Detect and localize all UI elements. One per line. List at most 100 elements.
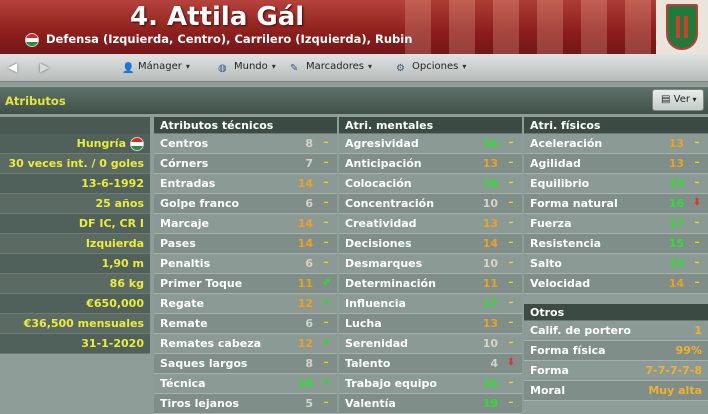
attribute-row: Trabajo equipo 16– [339,374,522,394]
attribute-row: Centros 8– [154,134,337,154]
attribute-row: Talento 4 ⬇ [339,354,522,374]
attribute-name: Salto [530,257,562,270]
profile-value: 86 kg [109,277,144,290]
attribute-value: 13 [668,157,684,170]
trend-flat-icon: – [508,337,514,348]
others-value: 7-7-7-7-8 [645,364,702,377]
attribute-row: Decisiones 14– [339,234,522,254]
attribute-name: Fuerza [530,217,572,230]
trend-flat-icon: – [508,157,514,168]
section-title: Atributos [5,94,66,108]
trend-down-icon: ⬇ [692,197,702,208]
profile-row: DF IC, CR I [0,214,150,234]
attribute-name: Golpe franco [160,197,240,210]
attribute-row: Penaltis 6– [154,254,337,274]
attribute-name: Marcaje [160,217,209,230]
profile-value: Izquierda [85,237,144,250]
nav-menu-0[interactable]: 👤 Mánager ▾ [122,61,190,75]
attribute-name: Agilidad [530,157,581,170]
attribute-row: Entradas 14– [154,174,337,194]
attribute-value: 7 [305,157,313,170]
attribute-value: 14 [482,237,498,250]
others-name: Forma física [530,344,606,357]
profile-row: 86 kg [0,274,150,294]
attribute-row: Lucha 13– [339,314,522,334]
attribute-name: Regate [160,297,204,310]
others-value: Muy alta [648,384,702,397]
attribute-row: Forma natural 16 ⬇ [524,194,708,214]
attribute-name: Talento [345,357,391,370]
trend-flat-icon: – [508,177,514,188]
attribute-value: 15 [668,257,684,270]
others-value: 1 [694,324,702,337]
profile-row: 30 veces int. / 0 goles [0,154,150,174]
gears-icon: ⚙ [396,63,405,74]
trend-flat-icon: – [508,257,514,268]
physical-attributes-panel: Atri. físicos Aceleración 13– Agilidad 13– E… [524,117,708,401]
nav-menu-1[interactable]: ◍ Mundo ▾ [218,61,276,75]
view-button[interactable]: ▤ Ver ▾ [652,89,704,111]
section-bar: Atributos ▤ Ver ▾ [0,86,708,114]
profile-column: Hungría 30 veces int. / 0 goles 13-6-1992 2… [0,117,150,354]
trend-flat-icon: – [694,237,700,248]
attribute-row: Córners 7– [154,154,337,174]
attribute-name: Determinación [345,277,436,290]
attribute-name: Equilibrio [530,177,590,190]
trend-flat-icon: – [508,317,514,328]
attribute-row: Colocación 16– [339,174,522,194]
trend-flat-icon: – [508,197,514,208]
attribute-value: 10 [482,197,498,210]
technical-attributes-panel: Atributos técnicos Centros 8– Córners 7– Ent… [154,117,337,414]
chevron-down-icon: ▾ [271,62,276,71]
attribute-value: 10 [482,257,498,270]
attribute-row: Fuerza 17– [524,214,708,234]
mental-attributes-title: Atri. mentales [339,117,522,134]
back-arrow-icon[interactable]: ◀ [8,60,17,74]
nav-menu-label: Mundo [234,61,268,72]
nav-menu-label: Mánager [138,61,182,72]
attribute-row: Serenidad 10– [339,334,522,354]
attribute-value: 12 [297,297,313,310]
forward-arrow-icon[interactable]: ▶ [40,60,49,74]
others-row: Moral Muy alta [524,381,708,401]
attribute-name: Entradas [160,177,216,190]
attribute-row: Desmarques 10– [339,254,522,274]
attribute-name: Tiros lejanos [160,397,239,410]
profile-value: DF IC, CR I [78,217,144,230]
others-name: Forma [530,364,569,377]
club-crest[interactable] [656,0,708,54]
others-title: Otros [524,304,708,321]
attribute-row: Remate 6– [154,314,337,334]
attribute-value: 14 [297,237,313,250]
attribute-row: Pases 14– [154,234,337,254]
attribute-value: 5 [305,397,313,410]
nav-menu-2[interactable]: ✎ Marcadores ▾ [290,61,372,75]
attribute-value: 14 [297,177,313,190]
profile-value: 13-6-1992 [81,177,144,190]
technical-attributes-title: Atributos técnicos [154,117,337,134]
attribute-row: Anticipación 13– [339,154,522,174]
trend-flat-icon: – [694,177,700,188]
trend-flat-icon: – [508,237,514,248]
profile-row: Izquierda [0,234,150,254]
attribute-name: Concentración [345,197,435,210]
trend-flat-icon: – [323,357,329,368]
attribute-value: 17 [668,217,684,230]
header-decoration [405,0,655,54]
hungary-flag-icon [25,33,39,47]
globe-icon: ◍ [218,63,227,74]
trend-flat-icon: – [508,297,514,308]
nav-menu-3[interactable]: ⚙ Opciones ▾ [396,61,466,75]
attribute-row: Influencia 17– [339,294,522,314]
attribute-row: Valentía 19– [339,394,522,414]
nav-menu-label: Opciones [412,61,459,72]
attribute-name: Forma natural [530,197,618,210]
attribute-name: Anticipación [345,157,422,170]
nav-menu-label: Marcadores [306,61,364,72]
attribute-value: 15 [668,177,684,190]
others-name: Moral [530,384,566,397]
view-icon: ▤ [661,94,674,105]
profile-row: 1,90 m [0,254,150,274]
attribute-value: 6 [305,197,313,210]
attribute-value: 11 [297,277,313,290]
